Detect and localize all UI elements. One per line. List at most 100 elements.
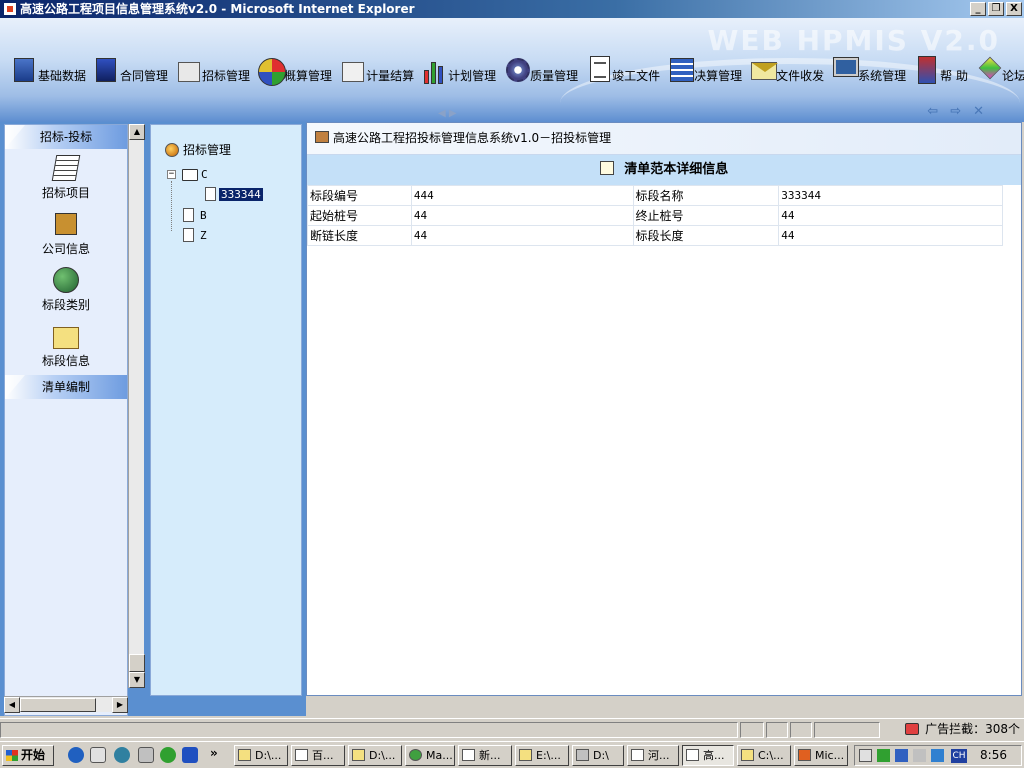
papers-icon — [51, 153, 81, 183]
task-button[interactable]: C:\... — [737, 745, 791, 766]
banner-nav-buttons[interactable]: ⇦⇨✕ — [927, 104, 996, 119]
page-icon — [183, 228, 194, 242]
toolbar-final-accounts[interactable]: 决算管理 — [666, 46, 742, 86]
task-button[interactable]: 河... — [627, 745, 679, 766]
start-button[interactable]: 开始 — [2, 745, 54, 766]
field-label: 起始桩号 — [307, 205, 412, 226]
field-value: 333344 — [778, 185, 1003, 206]
task-button[interactable]: 新... — [458, 745, 512, 766]
toolbar-base-data[interactable]: 基础数据 — [10, 46, 86, 86]
task-button[interactable]: D:\ — [572, 745, 624, 766]
restore-button[interactable]: ❐ — [988, 2, 1004, 16]
task-button[interactable]: Ma... — [405, 745, 455, 766]
scroll-left-button[interactable]: ◀ — [4, 697, 20, 713]
app-quicklaunch-icon[interactable] — [138, 747, 154, 763]
field-value: 44 — [410, 225, 634, 246]
forum-cube-icon — [974, 52, 1004, 86]
sidebar-item-section-category[interactable]: 标段类别 — [5, 261, 127, 317]
spreadsheet-icon — [666, 52, 696, 86]
app-banner: WEB HPMIS V2.0 基础数据 合同管理 招标管理 概算管理 计量结算 … — [0, 18, 1024, 122]
window-title-bar[interactable]: 高速公路工程项目信息管理系统v2.0 - Microsoft Internet … — [0, 0, 1024, 18]
task-button-active[interactable]: 高... — [682, 745, 734, 766]
tree-node-b[interactable]: B — [183, 208, 207, 222]
toolbar-forum[interactable]: 论坛 — [974, 46, 1024, 86]
toolbar-metering[interactable]: 计量结算 — [338, 46, 414, 86]
tray-app-icon[interactable] — [895, 749, 908, 762]
window-title: 高速公路工程项目信息管理系统v2.0 - Microsoft Internet … — [20, 2, 415, 16]
close-button[interactable]: X — [1006, 2, 1022, 16]
toolbar-estimate[interactable]: 概算管理 — [256, 46, 332, 86]
sidebar-item-company-info[interactable]: 公司信息 — [5, 205, 127, 261]
toolbar-system[interactable]: 系统管理 — [830, 46, 906, 86]
task-button[interactable]: D:\... — [348, 745, 402, 766]
toolbar-completion-docs[interactable]: 竣工文件 — [584, 46, 660, 86]
toolbar-label: 合同管理 — [120, 69, 169, 83]
detail-title: 清单范本详细信息 — [624, 162, 729, 177]
clock[interactable]: 8:56 — [980, 748, 1007, 762]
toolbar-contract[interactable]: 合同管理 — [92, 46, 168, 86]
desktop-quicklaunch-icon[interactable] — [90, 747, 106, 763]
tree-node-333344[interactable]: 333344 — [205, 187, 263, 201]
status-cell — [814, 722, 880, 738]
sidebar-section-bidding[interactable]: 招标-投标 — [5, 125, 127, 149]
sidebar-item-bid-project[interactable]: 招标项目 — [5, 149, 127, 205]
tree-node-c[interactable]: − C — [167, 168, 208, 181]
tray-app3-icon[interactable] — [931, 749, 944, 762]
sidebar-item-section-info[interactable]: 标段信息 — [5, 317, 127, 373]
tree-panel: 招标管理 − C 333344 B Z — [146, 122, 306, 716]
app3-quicklaunch-icon[interactable] — [182, 747, 198, 763]
contract-icon — [92, 52, 122, 86]
database-icon — [10, 52, 40, 86]
table-row: 断链长度 44 标段长度 44 — [307, 225, 1003, 246]
sidebar-horizontal-scrollbar[interactable]: ◀ ▶ — [4, 696, 128, 713]
quicklaunch-more[interactable]: » — [210, 746, 218, 760]
task-label: 河... — [648, 749, 670, 762]
task-button[interactable]: D:\... — [234, 745, 288, 766]
tree-node-z[interactable]: Z — [183, 228, 207, 242]
toolbar-label: 计量结算 — [366, 69, 415, 83]
toolbar-help[interactable]: 帮 助 — [912, 46, 968, 86]
tree-root-label: 招标管理 — [183, 143, 232, 157]
notepad-icon — [599, 161, 614, 175]
network-icon[interactable] — [877, 749, 890, 762]
ie-status-bar: 广告拦截：308个 — [0, 718, 1024, 740]
task-button[interactable]: Mic... — [794, 745, 848, 766]
app2-quicklaunch-icon[interactable] — [160, 747, 176, 763]
ad-block-status[interactable]: 广告拦截：308个 — [903, 722, 1020, 738]
sidebar-item-label: 招标项目 — [41, 186, 90, 200]
globe-chart-icon — [51, 265, 81, 295]
detail-table: 标段编号 444 标段名称 333344 起始桩号 44 终止桩号 44 断链长… — [307, 185, 1003, 246]
toolbar-label: 决算管理 — [694, 69, 743, 83]
media-quicklaunch-icon[interactable] — [114, 747, 130, 763]
toolbar-quality[interactable]: 质量管理 — [502, 46, 578, 86]
ie-quicklaunch-icon[interactable] — [68, 747, 84, 763]
task-button[interactable]: 百... — [291, 745, 345, 766]
toolbar-label: 论坛 — [1002, 69, 1024, 83]
scroll-arrows[interactable]: ◀ ▶ — [438, 108, 457, 119]
tray-app2-icon[interactable] — [913, 749, 926, 762]
scroll-right-button[interactable]: ▶ — [112, 697, 128, 713]
volume-icon[interactable] — [859, 749, 872, 762]
input-language-indicator[interactable]: CH — [951, 749, 967, 763]
toolbar-plan[interactable]: 计划管理 — [420, 46, 496, 86]
left-sidebar: 招标-投标 招标项目 公司信息 标段类别 标段信息 清单编制 ▲ ▼ ◀ ▶ — [0, 122, 146, 716]
toolbar-label: 计划管理 — [448, 69, 497, 83]
scroll-down-button[interactable]: ▼ — [129, 672, 145, 688]
hscroll-thumb[interactable] — [20, 698, 96, 712]
sidebar-section-list-compile[interactable]: 清单编制 — [5, 375, 127, 399]
toolbar-file-exchange[interactable]: 文件收发 — [748, 46, 824, 86]
tree-root[interactable]: 招标管理 — [165, 141, 231, 158]
scroll-thumb[interactable] — [129, 654, 145, 672]
minimize-button[interactable]: _ — [970, 2, 986, 16]
tree-connector — [171, 181, 172, 231]
sidebar-item-label: 标段类别 — [41, 298, 90, 312]
task-button[interactable]: E:\... — [515, 745, 569, 766]
sidebar-item-label: 公司信息 — [41, 242, 90, 256]
task-label: 百... — [312, 749, 334, 762]
tree-collapse-toggle[interactable]: − — [167, 170, 176, 179]
toolbar-bidding[interactable]: 招标管理 — [174, 46, 250, 86]
page-icon — [205, 187, 216, 201]
sidebar-vertical-scrollbar[interactable]: ▲ ▼ — [128, 124, 145, 688]
field-value: 44 — [778, 225, 1003, 246]
scroll-up-button[interactable]: ▲ — [129, 124, 145, 140]
